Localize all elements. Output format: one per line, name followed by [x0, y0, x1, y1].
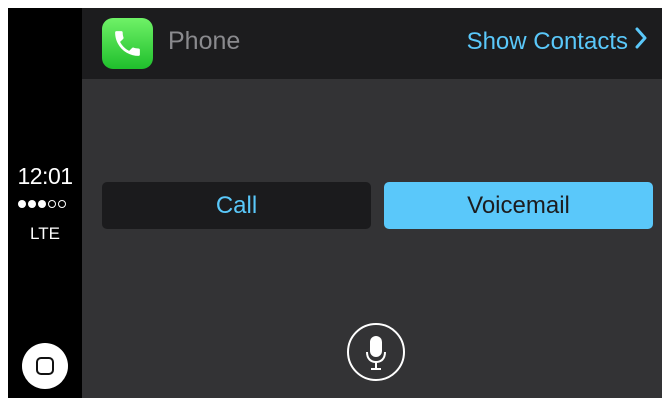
phone-icon	[115, 31, 140, 56]
signal-dot	[28, 200, 36, 208]
status-rail: 12:01 LTE	[8, 8, 82, 398]
chevron-right-icon	[634, 27, 648, 56]
phone-app-icon	[102, 18, 153, 69]
signal-strength-dots	[18, 199, 74, 209]
phone-main-panel: Call Voicemail	[82, 79, 662, 398]
clock-time: 12:01	[17, 163, 73, 189]
app-header: Phone Show Contacts	[82, 8, 662, 79]
show-contacts-label: Show Contacts	[466, 27, 628, 55]
network-type: LTE	[30, 224, 60, 243]
voicemail-button[interactable]: Voicemail	[384, 182, 653, 229]
app-title: Phone	[168, 27, 241, 55]
microphone-icon	[366, 336, 386, 370]
signal-dot	[48, 200, 56, 208]
call-button[interactable]: Call	[102, 182, 371, 229]
carplay-screen: 12:01 LTE Phone Show Contacts Call Voice…	[8, 8, 662, 398]
signal-dot	[18, 200, 26, 208]
home-button[interactable]	[22, 343, 68, 389]
show-contacts-button[interactable]: Show Contacts	[467, 27, 648, 56]
signal-dot	[38, 200, 46, 208]
home-square-icon	[36, 357, 54, 375]
signal-dot	[58, 200, 66, 208]
siri-button[interactable]	[347, 323, 405, 381]
